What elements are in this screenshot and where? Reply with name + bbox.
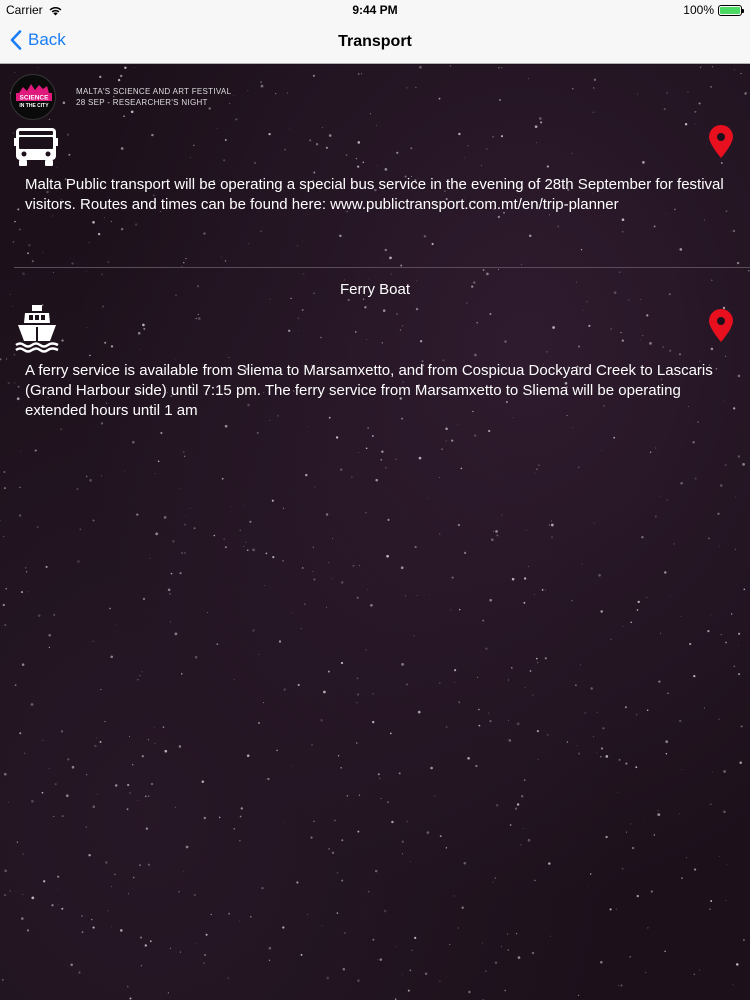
festival-line-1: MALTA'S SCIENCE AND ART FESTIVAL	[76, 87, 232, 96]
bus-icon	[14, 128, 58, 166]
status-bar: Carrier 9:44 PM 100%	[0, 0, 750, 20]
festival-line-2: 28 SEP - RESEARCHER'S NIGHT	[76, 98, 208, 107]
festival-text: MALTA'S SCIENCE AND ART FESTIVAL 28 SEP …	[76, 86, 231, 108]
bus-description: Malta Public transport will be operating…	[25, 176, 724, 213]
ferry-icon	[15, 305, 59, 353]
status-right: 100%	[683, 3, 744, 17]
battery-percent: 100%	[683, 3, 714, 17]
festival-logo: SCIENCE IN THE CITY	[10, 74, 56, 120]
ferry-section-title: Ferry Boat	[339, 281, 411, 298]
festival-header: SCIENCE IN THE CITY MALTA'S SCIENCE AND …	[10, 73, 231, 121]
section-divider	[14, 267, 750, 268]
map-pin-icon[interactable]	[708, 125, 734, 159]
ferry-description: A ferry service is available from Sliema…	[25, 362, 713, 419]
logo-text-city: IN THE CITY	[19, 103, 49, 109]
navigation-bar: Back Transport	[0, 20, 750, 64]
status-time: 9:44 PM	[352, 3, 398, 17]
map-pin-icon[interactable]	[708, 309, 734, 343]
transport-content[interactable]: SCIENCE IN THE CITY MALTA'S SCIENCE AND …	[0, 65, 750, 1000]
battery-icon	[718, 4, 744, 16]
page-title: Transport	[338, 33, 412, 50]
logo-text-science: SCIENCE	[20, 95, 50, 102]
